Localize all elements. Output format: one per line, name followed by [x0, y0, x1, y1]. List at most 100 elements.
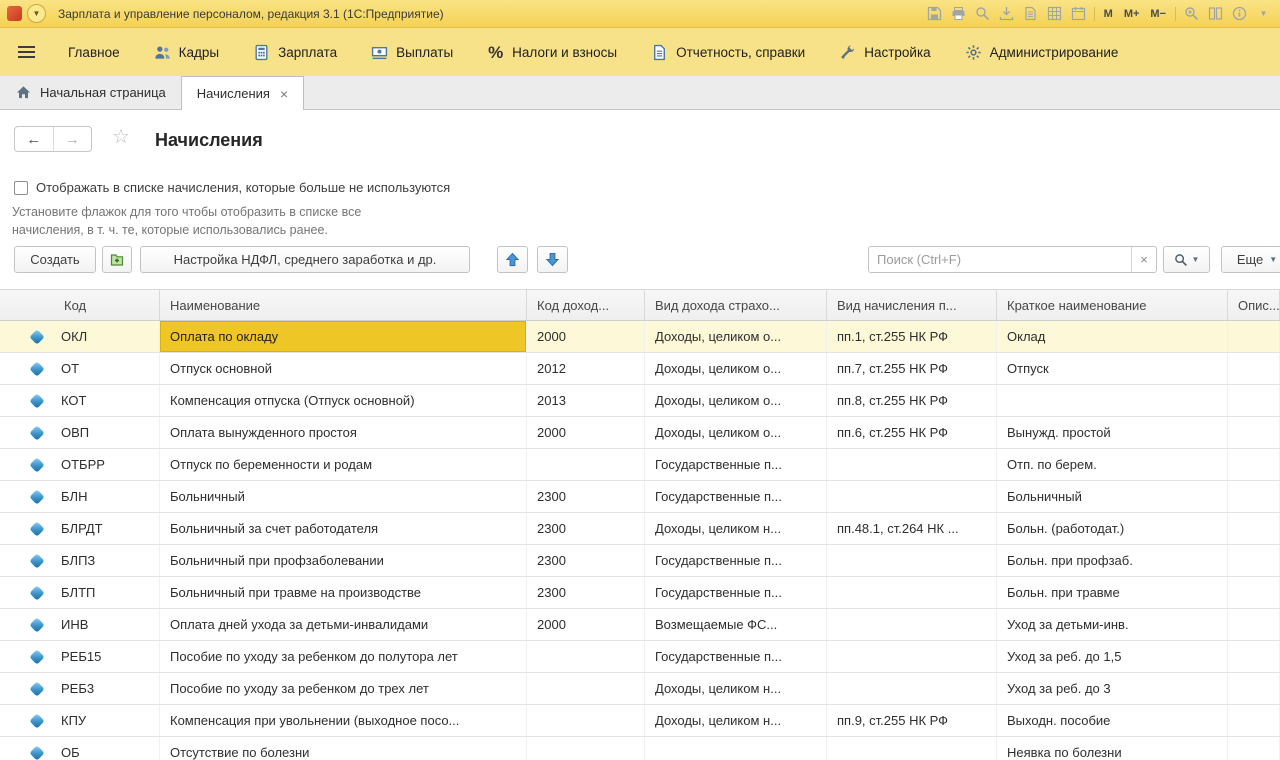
forward-button[interactable]: → — [54, 127, 92, 151]
cell-income-code[interactable]: 2013 — [527, 385, 645, 416]
cell-accrual-type[interactable]: пп.6, ст.255 НК РФ — [827, 417, 997, 448]
cell-name[interactable]: Пособие по уходу за ребенком до трех лет — [160, 673, 527, 704]
cell-income-type[interactable]: Доходы, целиком о... — [645, 385, 827, 416]
cell-income-type[interactable]: Государственные п... — [645, 577, 827, 608]
cell-name[interactable]: Больничный — [160, 481, 527, 512]
cell-income-code[interactable]: 2000 — [527, 609, 645, 640]
cell-name[interactable]: Компенсация отпуска (Отпуск основной) — [160, 385, 527, 416]
cell-income-type[interactable]: Доходы, целиком о... — [645, 321, 827, 352]
tab-close-icon[interactable]: × — [280, 87, 288, 101]
cell-income-code[interactable] — [527, 705, 645, 736]
import-icon[interactable] — [998, 5, 1015, 22]
cell-short-name[interactable]: Отп. по берем. — [997, 449, 1228, 480]
cell-short-name[interactable]: Больн. (работодат.) — [997, 513, 1228, 544]
cell-income-code[interactable]: 2300 — [527, 577, 645, 608]
cell-code[interactable]: БЛН — [0, 481, 160, 512]
create-button[interactable]: Создать — [14, 246, 96, 273]
cell-income-type[interactable]: Возмещаемые ФС... — [645, 609, 827, 640]
cell-description[interactable] — [1228, 417, 1280, 448]
column-header-description[interactable]: Опис... — [1228, 290, 1280, 320]
search-input[interactable] — [869, 247, 1131, 272]
cell-income-code[interactable] — [527, 449, 645, 480]
memory-m-button[interactable]: М — [1102, 8, 1115, 20]
cell-income-code[interactable] — [527, 673, 645, 704]
column-header-income-code[interactable]: Код доход... — [527, 290, 645, 320]
table-row[interactable]: ОКЛ Оплата по окладу 2000 Доходы, целико… — [0, 321, 1280, 353]
system-menu-button[interactable]: ▼ — [27, 4, 46, 23]
cell-name[interactable]: Больничный при травме на производстве — [160, 577, 527, 608]
table-row[interactable]: КОТ Компенсация отпуска (Отпуск основной… — [0, 385, 1280, 417]
cell-short-name[interactable]: Больн. при профзаб. — [997, 545, 1228, 576]
cell-name[interactable]: Отпуск по беременности и родам — [160, 449, 527, 480]
chevron-down-icon[interactable]: ▼ — [1255, 5, 1272, 22]
cell-short-name[interactable]: Оклад — [997, 321, 1228, 352]
cell-accrual-type[interactable]: пп.1, ст.255 НК РФ — [827, 321, 997, 352]
cell-income-code[interactable]: 2000 — [527, 417, 645, 448]
cell-description[interactable] — [1228, 609, 1280, 640]
cell-description[interactable] — [1228, 641, 1280, 672]
move-up-button[interactable] — [497, 246, 528, 273]
cell-code[interactable]: ОТБРР — [0, 449, 160, 480]
menu-item-kadry[interactable]: Кадры — [137, 28, 236, 76]
cell-name[interactable]: Пособие по уходу за ребенком до полутора… — [160, 641, 527, 672]
show-unused-checkbox-row[interactable]: Отображать в списке начисления, которые … — [14, 180, 450, 195]
search-button[interactable]: ▼ — [1163, 246, 1210, 273]
split-view-icon[interactable] — [1207, 5, 1224, 22]
table-row[interactable]: ОВП Оплата вынужденного простоя 2000 Дох… — [0, 417, 1280, 449]
menu-item-administrirovanie[interactable]: Администрирование — [948, 28, 1136, 76]
cell-code[interactable]: ОТ — [0, 353, 160, 384]
cell-description[interactable] — [1228, 513, 1280, 544]
cell-income-code[interactable]: 2012 — [527, 353, 645, 384]
cell-accrual-type[interactable]: пп.48.1, ст.264 НК ... — [827, 513, 997, 544]
cell-description[interactable] — [1228, 481, 1280, 512]
menu-item-nastroika[interactable]: Настройка — [822, 28, 947, 76]
cell-income-code[interactable]: 2300 — [527, 481, 645, 512]
cell-code[interactable]: БЛРДТ — [0, 513, 160, 544]
ndfl-settings-button[interactable]: Настройка НДФЛ, среднего заработка и др. — [140, 246, 470, 273]
table-row[interactable]: ОТБРР Отпуск по беременности и родам Гос… — [0, 449, 1280, 481]
menu-item-zarplata[interactable]: Зарплата — [236, 28, 354, 76]
calendar-icon[interactable] — [1070, 5, 1087, 22]
cell-accrual-type[interactable] — [827, 545, 997, 576]
column-header-accrual-type[interactable]: Вид начисления п... — [827, 290, 997, 320]
cell-income-type[interactable]: Доходы, целиком н... — [645, 513, 827, 544]
table-row[interactable]: БЛН Больничный 2300 Государственные п...… — [0, 481, 1280, 513]
cell-income-type[interactable]: Государственные п... — [645, 641, 827, 672]
show-unused-checkbox[interactable] — [14, 180, 28, 195]
back-button[interactable]: ← — [15, 127, 54, 151]
cell-description[interactable] — [1228, 353, 1280, 384]
cell-accrual-type[interactable] — [827, 577, 997, 608]
cell-name[interactable]: Оплата дней ухода за детьми-инвалидами — [160, 609, 527, 640]
table-row[interactable]: КПУ Компенсация при увольнении (выходное… — [0, 705, 1280, 737]
cell-description[interactable] — [1228, 449, 1280, 480]
cell-income-type[interactable] — [645, 737, 827, 760]
more-button[interactable]: Еще ▼ — [1221, 246, 1280, 273]
move-down-button[interactable] — [537, 246, 568, 273]
preview-icon[interactable] — [1022, 5, 1039, 22]
cell-name[interactable]: Оплата вынужденного простоя — [160, 417, 527, 448]
cell-income-code[interactable]: 2300 — [527, 513, 645, 544]
menu-item-glavnoe[interactable]: Главное — [51, 28, 137, 76]
cell-income-type[interactable]: Доходы, целиком н... — [645, 673, 827, 704]
cell-code[interactable]: БЛТП — [0, 577, 160, 608]
cell-name[interactable]: Отсутствие по болезни — [160, 737, 527, 760]
cell-code[interactable]: РЕБ15 — [0, 641, 160, 672]
cell-accrual-type[interactable] — [827, 609, 997, 640]
cell-name[interactable]: Отпуск основной — [160, 353, 527, 384]
cell-code[interactable]: ОБ — [0, 737, 160, 760]
cell-income-type[interactable]: Доходы, целиком н... — [645, 705, 827, 736]
cell-name[interactable]: Больничный при профзаболевании — [160, 545, 527, 576]
cell-description[interactable] — [1228, 673, 1280, 704]
cell-accrual-type[interactable] — [827, 673, 997, 704]
search-clear-icon[interactable]: × — [1131, 247, 1156, 272]
cell-name[interactable]: Больничный за счет работодателя — [160, 513, 527, 544]
cell-accrual-type[interactable] — [827, 449, 997, 480]
cell-income-type[interactable]: Государственные п... — [645, 481, 827, 512]
create-group-button[interactable] — [102, 246, 132, 273]
tab-nachisleniya[interactable]: Начисления × — [180, 76, 305, 110]
column-header-income-type[interactable]: Вид дохода страхо... — [645, 290, 827, 320]
cell-income-type[interactable]: Государственные п... — [645, 545, 827, 576]
cell-description[interactable] — [1228, 385, 1280, 416]
cell-short-name[interactable]: Больничный — [997, 481, 1228, 512]
cell-income-type[interactable]: Доходы, целиком о... — [645, 417, 827, 448]
